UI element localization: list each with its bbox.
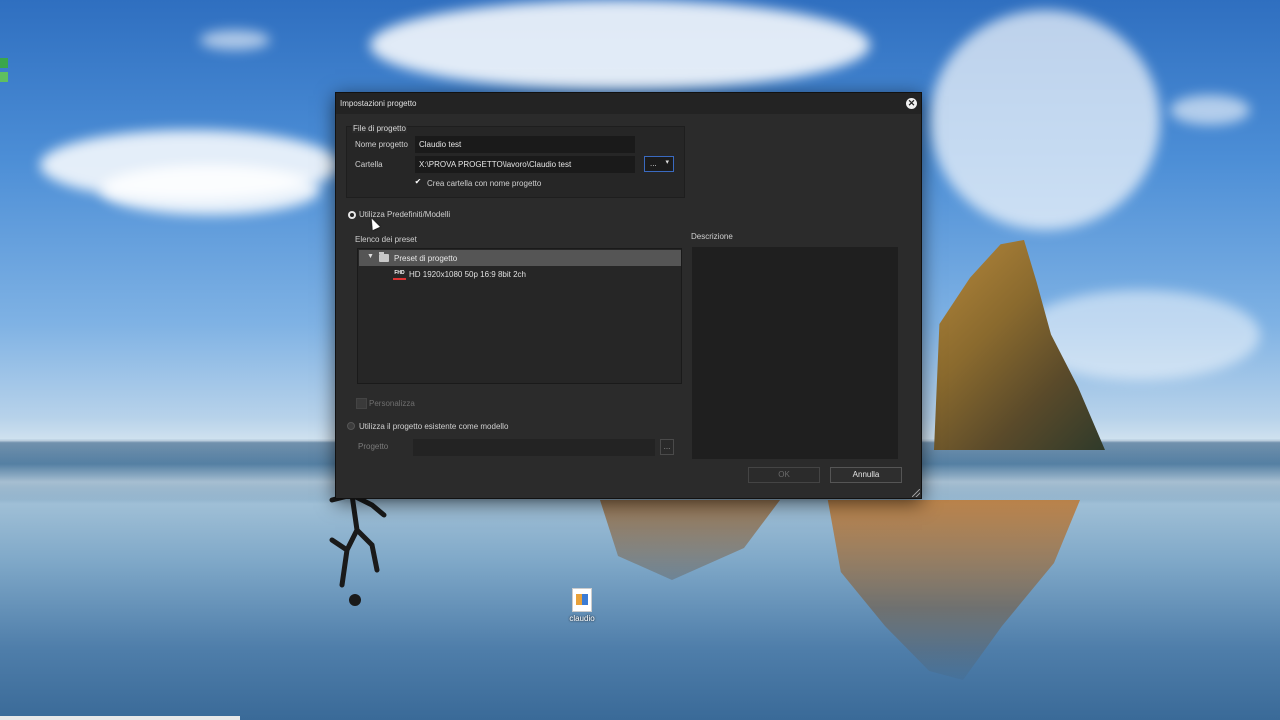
desktop-file-label: claudio <box>569 614 595 623</box>
customize-checkbox[interactable] <box>356 398 367 409</box>
cloud <box>930 10 1160 230</box>
preset-tree: ▼ Preset di progetto FHD HD 1920x1080 50… <box>357 248 682 384</box>
browse-folder-button[interactable]: ... ▾ <box>644 156 674 172</box>
fhd-badge-icon: FHD <box>393 270 406 280</box>
cloud <box>100 165 320 215</box>
project-file-group: File di progetto Nome progetto Claudio t… <box>346 124 685 198</box>
dialog-title: Impostazioni progetto <box>340 99 417 108</box>
rock-reflection <box>827 500 1080 680</box>
project-label: Progetto <box>358 442 389 451</box>
rock-reflection <box>600 500 780 580</box>
use-presets-radio[interactable] <box>348 211 356 219</box>
create-folder-label: Crea cartella con nome progetto <box>427 179 542 188</box>
project-file-group-label: File di progetto <box>352 124 407 133</box>
dialog-titlebar[interactable]: Impostazioni progetto ✕ <box>336 93 921 114</box>
cloud <box>370 0 870 90</box>
existing-project-input[interactable] <box>413 439 655 456</box>
browse-dots: ... <box>650 159 657 168</box>
description-label: Descrizione <box>691 232 733 241</box>
preset-folder-row[interactable]: ▼ Preset di progetto <box>359 250 681 266</box>
taskbar-edge <box>0 716 240 720</box>
project-name-input[interactable]: Claudio test <box>415 136 635 153</box>
create-folder-checkbox[interactable]: ✔ <box>413 177 423 187</box>
project-settings-dialog: Impostazioni progetto ✕ File di progetto… <box>335 92 922 499</box>
cloud <box>1170 95 1250 125</box>
browse-project-button[interactable]: ... <box>660 439 674 455</box>
tree-expand-icon[interactable]: ▼ <box>367 253 374 260</box>
preset-list-label: Elenco dei preset <box>355 235 417 244</box>
cancel-button[interactable]: Annulla <box>830 467 902 483</box>
folder-label: Cartella <box>355 160 383 169</box>
folder-path-input[interactable]: X:\PROVA PROGETTO\lavoro\Claudio test <box>415 156 635 173</box>
customize-label: Personalizza <box>369 399 415 408</box>
project-name-label: Nome progetto <box>355 140 408 149</box>
preset-item-label: HD 1920x1080 50p 16:9 8bit 2ch <box>409 270 526 279</box>
folder-icon <box>379 252 389 262</box>
description-panel <box>692 247 898 459</box>
use-existing-label: Utilizza il progetto esistente come mode… <box>359 422 509 431</box>
ok-button[interactable]: OK <box>748 467 820 483</box>
use-existing-radio[interactable] <box>347 422 355 430</box>
document-file-icon <box>572 588 592 612</box>
chevron-down-icon: ▾ <box>665 159 669 166</box>
desktop-file-claudio[interactable]: claudio <box>562 588 602 628</box>
cloud <box>200 30 270 50</box>
preset-folder-label: Preset di progetto <box>394 254 458 263</box>
resize-grip-icon[interactable] <box>912 489 920 497</box>
person-reflection <box>329 492 387 606</box>
close-icon[interactable]: ✕ <box>906 98 917 109</box>
